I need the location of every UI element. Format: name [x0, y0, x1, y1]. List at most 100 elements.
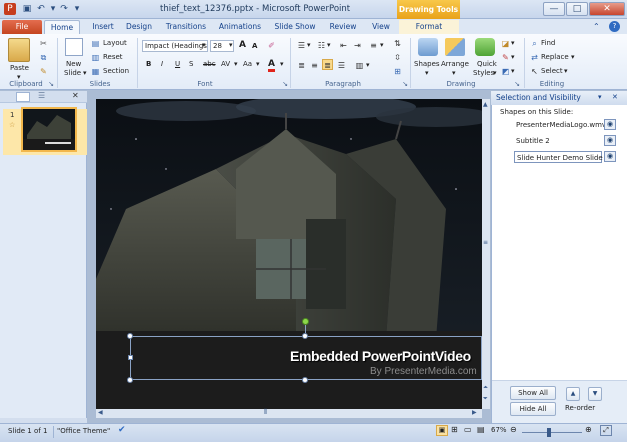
select-icon[interactable]: ↖ — [529, 66, 540, 77]
scroll-up-icon[interactable]: ▲ — [483, 101, 488, 108]
strikethrough-button[interactable]: abc — [203, 60, 216, 68]
zoom-in-icon[interactable]: ⊕ — [585, 425, 592, 434]
paste-icon[interactable] — [8, 38, 30, 62]
slide-subtitle-text[interactable]: By PresenterMedia.com — [370, 366, 477, 377]
tab-home[interactable]: Home — [44, 20, 80, 34]
undo-icon[interactable]: ↶ — [35, 3, 47, 15]
editor-horizontal-scrollbar[interactable]: ◀ ⦀ ▶ — [96, 408, 482, 418]
shapes-dropdown-icon[interactable]: ▾ — [425, 69, 429, 77]
quick-styles-button-line2[interactable]: Styles — [473, 69, 494, 77]
resize-handle[interactable] — [302, 377, 308, 383]
new-slide-button-line2[interactable]: Slide — [64, 69, 81, 77]
pane-options-icon[interactable]: ▾ — [598, 93, 602, 101]
tab-slide-show[interactable]: Slide Show — [273, 20, 317, 34]
tab-design[interactable]: Design — [124, 20, 154, 34]
zoom-slider-track[interactable] — [522, 432, 582, 433]
shape-list-item-selected[interactable]: Slide Hunter Demo Slide — [514, 151, 603, 163]
underline-button[interactable]: U — [175, 60, 180, 68]
move-down-icon[interactable]: ▼ — [588, 387, 602, 401]
text-direction-icon[interactable]: ⇅ — [392, 38, 403, 49]
theme-status[interactable]: "Office Theme" — [57, 427, 110, 435]
reset-button[interactable]: Reset — [103, 53, 123, 61]
shadow-button[interactable]: S — [189, 60, 193, 68]
spell-check-icon[interactable]: ✔ — [118, 425, 126, 435]
slide-canvas[interactable]: Embedded PowerPointVideo By PresenterMed… — [96, 99, 482, 409]
slide-thumbnail-1[interactable] — [21, 107, 77, 152]
character-spacing-dropdown-icon[interactable]: ▾ — [234, 60, 238, 68]
fit-to-window-icon[interactable]: ⤢ — [600, 425, 612, 436]
new-slide-dropdown-icon[interactable]: ▾ — [83, 69, 87, 77]
shrink-font-button[interactable]: A — [252, 42, 257, 50]
new-slide-button[interactable]: New — [66, 60, 81, 68]
editor-vertical-scrollbar[interactable]: ▲ ≡ ⏶ ⏷ — [482, 99, 490, 409]
shape-outline-icon[interactable]: ✎ — [500, 52, 511, 63]
normal-view-icon[interactable]: ▣ — [436, 425, 448, 436]
arrange-dropdown-icon[interactable]: ▾ — [452, 69, 456, 77]
drawing-launcher-icon[interactable]: ↘ — [512, 80, 522, 88]
visibility-eye-icon[interactable]: ◉ — [604, 135, 616, 146]
align-right-icon[interactable]: ≣ — [322, 59, 333, 70]
select-dropdown-icon[interactable]: ▾ — [564, 67, 568, 75]
new-slide-icon[interactable] — [65, 38, 83, 56]
line-spacing-icon[interactable]: ≡ — [368, 40, 379, 51]
replace-icon[interactable]: ⇄ — [529, 52, 540, 63]
powerpoint-logo-icon[interactable]: P — [4, 3, 16, 15]
font-launcher-icon[interactable]: ↘ — [280, 80, 290, 88]
maximize-button[interactable]: □ — [566, 2, 588, 16]
line-spacing-dropdown-icon[interactable]: ▾ — [380, 41, 384, 49]
scroll-left-icon[interactable]: ◀ — [98, 409, 103, 416]
section-button[interactable]: Section — [103, 67, 129, 75]
arrange-icon[interactable] — [445, 38, 465, 56]
replace-button[interactable]: Replace — [541, 53, 569, 61]
close-selection-pane-icon[interactable]: ✕ — [612, 93, 618, 101]
shapes-button[interactable]: Shapes — [414, 60, 440, 68]
scroll-thumb[interactable]: ≡ — [483, 239, 488, 246]
slide-title-text[interactable]: Embedded PowerPointVideo — [290, 348, 471, 364]
tab-animations[interactable]: Animations — [218, 20, 262, 34]
paste-button[interactable]: Paste — [10, 64, 29, 72]
font-color-button[interactable]: A — [268, 59, 275, 72]
clipboard-launcher-icon[interactable]: ↘ — [46, 80, 56, 88]
shape-fill-dropdown-icon[interactable]: ▾ — [511, 39, 515, 47]
horizontal-scroll-thumb[interactable]: ⦀ — [264, 408, 267, 417]
zoom-slider-thumb[interactable] — [547, 428, 551, 437]
increase-indent-icon[interactable]: ⇥ — [352, 40, 363, 51]
tab-view[interactable]: View — [367, 20, 395, 34]
layout-icon[interactable]: ▤ — [90, 38, 101, 49]
italic-button[interactable]: I — [161, 60, 163, 68]
columns-dropdown-icon[interactable]: ▾ — [366, 61, 370, 69]
rotate-handle[interactable] — [302, 318, 309, 325]
tab-file[interactable]: File — [2, 20, 42, 34]
shapes-icon[interactable] — [418, 38, 438, 56]
find-button[interactable]: Find — [541, 39, 555, 47]
shape-fill-icon[interactable]: ◪ — [500, 38, 511, 49]
font-name-combo[interactable]: Impact (Headings — [142, 40, 208, 52]
resize-handle[interactable] — [128, 355, 133, 360]
minimize-button[interactable]: — — [543, 2, 565, 16]
shape-effects-icon[interactable]: ◩ — [500, 66, 511, 77]
tab-review[interactable]: Review — [327, 20, 359, 34]
character-spacing-button[interactable]: AV — [221, 60, 230, 68]
customize-qat-icon[interactable]: ▾ — [71, 3, 83, 15]
copy-icon[interactable]: ⧉ — [38, 52, 49, 63]
section-icon[interactable]: ▦ — [90, 66, 101, 77]
select-button[interactable]: Select — [541, 67, 563, 75]
replace-dropdown-icon[interactable]: ▾ — [571, 53, 575, 61]
arrange-button[interactable]: Arrange — [441, 60, 469, 68]
shape-list-item[interactable]: Subtitle 2 — [514, 135, 602, 147]
font-name-dropdown-icon[interactable]: ▾ — [202, 41, 206, 49]
align-center-icon[interactable]: ≡ — [309, 60, 320, 71]
find-icon[interactable]: ⌕ — [529, 38, 540, 49]
bullets-icon[interactable]: ☰ — [296, 40, 307, 51]
quick-styles-icon[interactable] — [475, 38, 495, 56]
decrease-indent-icon[interactable]: ⇤ — [338, 40, 349, 51]
reading-view-icon[interactable]: ▭ — [464, 425, 472, 434]
shape-effects-dropdown-icon[interactable]: ▾ — [511, 67, 515, 75]
cut-icon[interactable]: ✂ — [38, 38, 49, 49]
align-left-icon[interactable]: ≣ — [296, 60, 307, 71]
smartart-icon[interactable]: ⊞ — [392, 66, 403, 77]
slides-tab-icon[interactable] — [16, 92, 30, 102]
close-button[interactable]: ✕ — [589, 2, 625, 16]
tab-insert[interactable]: Insert — [88, 20, 118, 34]
show-all-button[interactable]: Show All — [510, 386, 556, 400]
